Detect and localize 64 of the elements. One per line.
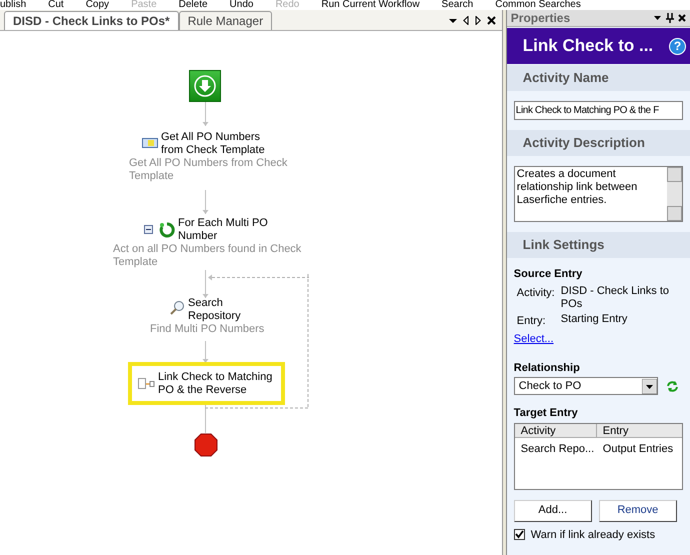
activity-title[interactable]: For Each Multi PO Number (178, 217, 278, 243)
search-icon (169, 300, 185, 316)
close-icon[interactable] (678, 14, 686, 22)
toolbar-item[interactable]: Copy (86, 0, 110, 10)
table-cell-text: Search Repo... (520, 442, 596, 456)
stop-node-icon[interactable] (194, 433, 218, 457)
panel-title: Properties (510, 10, 570, 27)
activity-title: Link Check to Matching PO & the Reverse (158, 370, 274, 396)
toolbar-item[interactable]: ublish (0, 0, 26, 10)
activity-subtitle: Get All PO Numbers from Check Template (129, 157, 288, 183)
field-value: Starting Entry (560, 312, 628, 326)
toolbar-item[interactable]: Run Current Workflow (321, 0, 420, 10)
scrollbar[interactable] (667, 167, 682, 221)
relationship-dropdown[interactable]: Check to PO (514, 377, 658, 395)
section-header: Activity Description (506, 130, 690, 156)
toolbar-item[interactable]: Delete (178, 0, 208, 10)
checkbox-label: Warn if link already exists (530, 528, 656, 542)
toolbar-item[interactable]: Common Searches (495, 0, 581, 10)
field-label: Target Entry (514, 406, 579, 421)
section-header: Activity Name (506, 65, 690, 91)
caret-icon (642, 378, 657, 394)
select-link[interactable]: Select... (514, 331, 554, 348)
field-label: Activity: (516, 286, 556, 300)
dropdown-icon[interactable] (654, 16, 661, 20)
list-button[interactable]: Remove (598, 500, 677, 522)
activity-name-field[interactable]: Link Check to Matching PO & the F (514, 101, 683, 120)
toolbar-item[interactable]: Undo (230, 0, 254, 10)
pin-icon[interactable] (666, 13, 674, 23)
field-value: DISD - Check Links to POs (560, 284, 670, 310)
table-cell-text: Output Entries (602, 442, 674, 456)
connector-arrow (202, 102, 209, 126)
activity-subtitle: Find Multi PO Numbers (150, 323, 266, 336)
activity-title[interactable]: Search Repository (188, 297, 248, 323)
condition-icon (142, 138, 158, 148)
column-header[interactable]: Activity (514, 424, 597, 436)
list-button[interactable]: Add... (514, 500, 592, 522)
activity-title[interactable]: Get All PO Numbers from Check Template (161, 131, 271, 157)
field-label: Source Entry (514, 267, 584, 282)
warn-checkbox[interactable] (514, 529, 525, 540)
activity-subtitle: Act on all PO Numbers found in Check Template (113, 243, 302, 269)
connector-arrow (202, 270, 209, 298)
connector-arrow (202, 341, 209, 363)
scroll-right-icon[interactable] (474, 16, 481, 25)
close-icon[interactable] (486, 16, 496, 25)
scroll-left-icon[interactable] (462, 16, 469, 25)
connector-arrow (202, 190, 209, 214)
section-header: Link Settings (506, 232, 690, 258)
toolbar-item[interactable]: Search (442, 0, 474, 10)
activity-description-field[interactable]: Creates a document relationship link between Laserfiche entries. (514, 166, 683, 222)
link-activity-node[interactable]: Link Check to Matching PO & the Reverse (128, 362, 285, 405)
field-label: Entry: (516, 314, 547, 328)
properties-heading: Link Check to ... (522, 35, 654, 58)
loop-icon (158, 221, 176, 239)
document-tab[interactable]: Rule Manager (178, 11, 272, 30)
document-tab[interactable]: DISD - Check Links to POs* (4, 11, 179, 30)
refresh-icon[interactable] (666, 380, 679, 392)
start-node-icon[interactable] (189, 70, 221, 102)
link-icon (138, 378, 155, 390)
help-icon[interactable]: ? (669, 38, 686, 54)
field-label: Relationship (514, 360, 581, 376)
toolbar-item[interactable]: Cut (48, 0, 64, 10)
collapse-toggle[interactable] (144, 225, 153, 234)
column-header[interactable]: Entry (596, 424, 682, 436)
dropdown-icon[interactable] (448, 18, 457, 24)
